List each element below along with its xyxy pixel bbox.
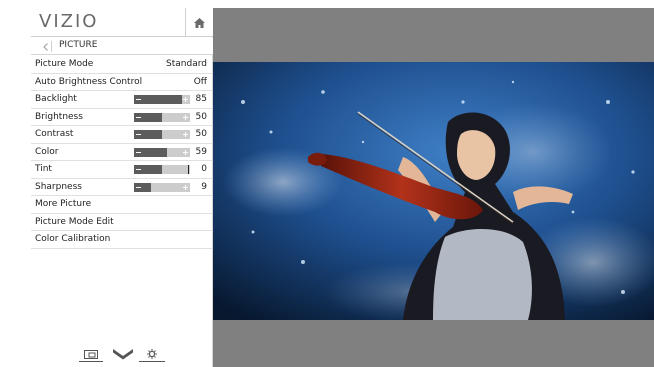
- menu-item-backlight[interactable]: Backlight 85: [31, 91, 213, 109]
- menu-bottom-bar: [79, 346, 169, 362]
- slider-end-mark: [188, 165, 189, 174]
- menu-item-label: More Picture: [35, 199, 92, 209]
- backlight-slider[interactable]: [134, 95, 190, 104]
- brightness-slider[interactable]: [134, 112, 190, 122]
- menu-item-color-calibration[interactable]: Color Calibration: [31, 231, 213, 249]
- menu-item-value: 0: [201, 164, 207, 174]
- back-button[interactable]: [40, 41, 52, 52]
- minus-icon: [136, 99, 141, 100]
- menu-item-label: Auto Brightness Control: [35, 76, 143, 87]
- minus-icon: [136, 134, 141, 135]
- menu-item-value: Standard: [166, 59, 207, 69]
- menu-item-value: Off: [193, 76, 207, 87]
- plus-icon-stem: [185, 97, 186, 102]
- menu-item-value: 85: [195, 94, 207, 104]
- menu-item-label: Color: [35, 146, 59, 157]
- menu-item-label: Color Calibration: [35, 234, 111, 244]
- settings-button[interactable]: [139, 346, 165, 362]
- menu-item-picture-mode[interactable]: Picture Mode Standard: [31, 56, 213, 74]
- gear-icon: [147, 349, 157, 359]
- menu-item-label: Backlight: [35, 94, 77, 104]
- menu-item-label: Tint: [35, 164, 52, 174]
- menu-item-brightness[interactable]: Brightness 50: [31, 109, 213, 126]
- plus-icon-stem: [185, 149, 186, 155]
- menu-item-label: Sharpness: [35, 181, 82, 192]
- color-slider[interactable]: [134, 147, 190, 157]
- slider-fill: [134, 95, 182, 104]
- screen-icon: [84, 349, 98, 359]
- via-v-icon: [113, 348, 133, 359]
- screen-button[interactable]: [79, 346, 103, 362]
- via-button[interactable]: [111, 346, 135, 362]
- sharpness-slider[interactable]: [134, 182, 190, 192]
- settings-underline: [139, 361, 165, 362]
- breadcrumb-label: PICTURE: [59, 40, 98, 50]
- plus-icon-stem: [185, 114, 186, 120]
- minus-icon: [136, 151, 141, 153]
- breadcrumb: PICTURE: [31, 38, 213, 55]
- minus-icon: [136, 169, 141, 170]
- menu-item-tint[interactable]: Tint 0: [31, 161, 213, 179]
- back-arrow-icon: [43, 42, 48, 51]
- plus-icon-stem: [185, 184, 186, 190]
- menu-item-value: 50: [195, 129, 207, 139]
- tint-slider[interactable]: [134, 165, 190, 174]
- picture-settings-menu: VIZIO PICTURE Picture Mode Standard Auto…: [31, 8, 213, 367]
- violinist-image: [213, 62, 654, 320]
- menu-item-picture-mode-edit[interactable]: Picture Mode Edit: [31, 214, 213, 231]
- screen-underline: [79, 361, 103, 362]
- contrast-slider[interactable]: [134, 130, 190, 139]
- menu-item-label: Brightness: [35, 111, 83, 122]
- vizio-logo: VIZIO: [39, 11, 99, 32]
- plus-icon-stem: [185, 132, 186, 137]
- menu-item-value: 50: [195, 111, 207, 122]
- menu-item-contrast[interactable]: Contrast 50: [31, 126, 213, 144]
- menu-item-label: Picture Mode Edit: [35, 216, 114, 227]
- home-button[interactable]: [185, 8, 213, 37]
- menu-item-label: Contrast: [35, 129, 74, 139]
- menu-item-auto-brightness-control[interactable]: Auto Brightness Control Off: [31, 74, 213, 91]
- menu-header: VIZIO: [31, 8, 213, 37]
- menu-item-value: 9: [201, 181, 207, 192]
- menu-item-color[interactable]: Color 59: [31, 144, 213, 161]
- tv-screen: VIZIO PICTURE Picture Mode Standard Auto…: [31, 8, 654, 367]
- menu-item-label: Picture Mode: [35, 59, 94, 69]
- home-icon: [194, 17, 205, 28]
- menu-item-value: 59: [195, 146, 207, 157]
- video-content-area: [213, 8, 654, 367]
- menu-item-sharpness[interactable]: Sharpness 9: [31, 179, 213, 196]
- minus-icon: [136, 186, 141, 188]
- menu-item-more-picture[interactable]: More Picture: [31, 196, 213, 214]
- minus-icon: [136, 116, 141, 118]
